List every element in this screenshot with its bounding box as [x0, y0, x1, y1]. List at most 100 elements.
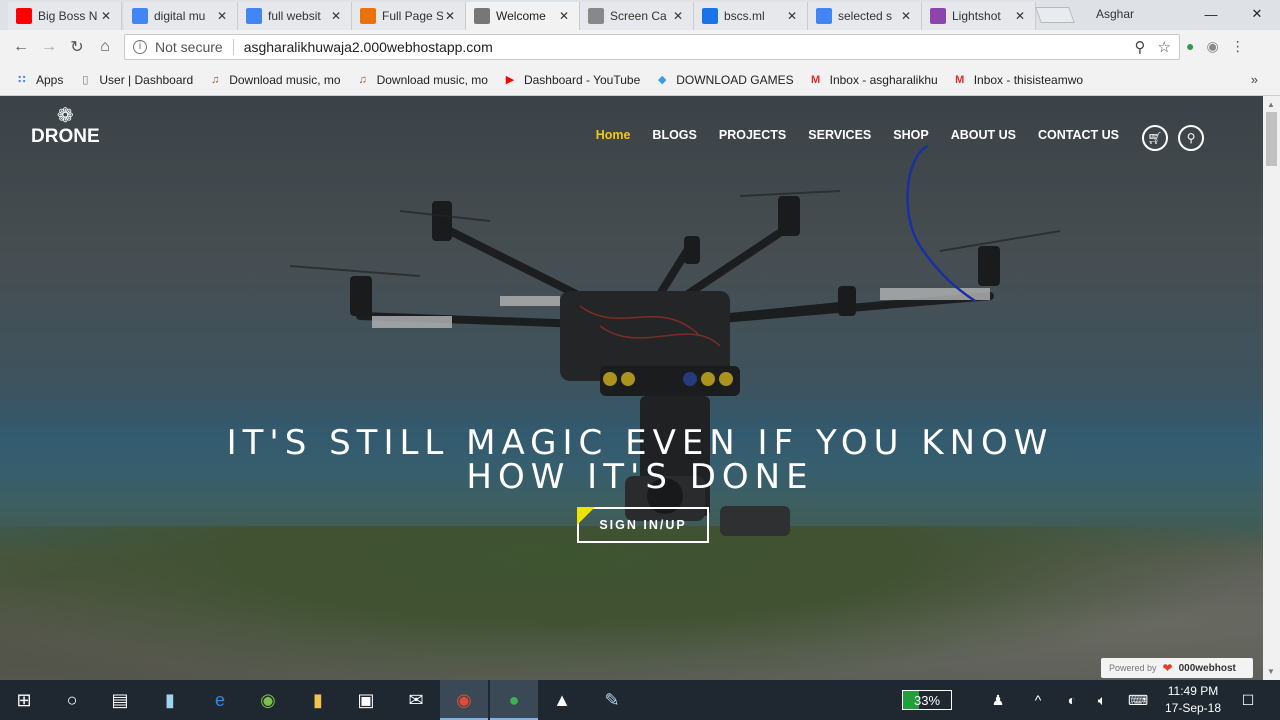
system-clock[interactable]: 11:49 PM 17-Sep-18 — [1160, 683, 1226, 717]
address-bar[interactable]: i Not secure asgharalikhuwaja2.000webhos… — [124, 34, 1180, 60]
close-tab-icon[interactable]: ✕ — [899, 9, 913, 23]
feather-icon — [930, 8, 946, 24]
file-explorer-icon[interactable]: ▮ — [294, 680, 342, 720]
page-scrollbar[interactable]: ▲ ▼ — [1263, 96, 1280, 680]
camera-icon — [588, 8, 604, 24]
site-logo[interactable]: ❁ DRONE — [31, 106, 100, 148]
info-icon[interactable]: i — [133, 40, 147, 54]
fn-icon — [702, 8, 718, 24]
nav-item-about-us[interactable]: ABOUT US — [951, 128, 1016, 142]
close-tab-icon[interactable]: ✕ — [99, 9, 113, 23]
action-center-icon[interactable]: ☐ — [1234, 680, 1262, 720]
music-icon: ♫ — [358, 73, 367, 86]
back-icon[interactable]: ← — [10, 36, 32, 58]
photos-app-icon[interactable]: ▲ — [538, 680, 586, 720]
close-tab-icon[interactable]: ✕ — [215, 9, 229, 23]
profile-name[interactable]: Asghar — [1096, 7, 1134, 21]
browser-tab[interactable]: bscs.ml ✕ — [694, 2, 808, 30]
scroll-thumb[interactable] — [1266, 112, 1277, 166]
scroll-up-icon[interactable]: ▲ — [1267, 100, 1275, 109]
bookmark-item[interactable]: ▶ Dashboard - YouTube — [502, 73, 641, 87]
scroll-down-icon[interactable]: ▼ — [1267, 667, 1275, 676]
task-view-icon[interactable]: ▤ — [96, 680, 144, 720]
bookmark-item[interactable]: ♫ Download music, mo — [207, 72, 341, 87]
browser-tab[interactable]: Welcome ✕ — [466, 2, 580, 30]
browser-tab[interactable]: full websit ✕ — [238, 2, 352, 30]
tab-title: Big Boss N — [38, 9, 98, 23]
nav-item-blogs[interactable]: BLOGS — [652, 128, 696, 142]
screenshot-camera-icon[interactable]: ◉ — [1206, 38, 1218, 55]
chrome-browser-icon[interactable]: ◉ — [440, 680, 488, 720]
url-text[interactable]: asgharalikhuwaja2.000webhostapp.com — [244, 39, 493, 55]
nav-item-home[interactable]: Home — [596, 128, 631, 142]
notepad-app-icon[interactable]: ▮ — [146, 680, 194, 720]
bookmark-item[interactable]: ♫ Download music, mo — [355, 73, 488, 87]
search-icon[interactable]: ⚲ — [1178, 125, 1204, 151]
tab-title: digital mu — [154, 9, 206, 23]
more-bookmarks-icon[interactable]: » — [1251, 72, 1258, 87]
browser-tab[interactable]: Lightshot ✕ — [922, 2, 1036, 30]
bookmark-item[interactable]: ▯ User | Dashboard — [77, 73, 193, 87]
rainbow-icon — [360, 8, 376, 24]
mail-icon[interactable]: ✉ — [392, 680, 440, 720]
bookmark-label: Download music, mo — [229, 72, 341, 87]
sign-in-label: SIGN IN/UP — [599, 518, 687, 532]
bookmark-item[interactable]: M Inbox - asgharalikhu — [808, 73, 938, 87]
browser-tab[interactable]: digital mu ✕ — [124, 2, 238, 30]
tab-title: full websit — [268, 9, 321, 23]
keyboard-icon[interactable]: ⌨ — [1124, 680, 1152, 720]
close-tab-icon[interactable]: ✕ — [557, 9, 571, 23]
extension-globe-icon[interactable]: ● — [1186, 38, 1194, 55]
home-icon[interactable]: ⌂ — [94, 36, 116, 58]
nav-item-projects[interactable]: PROJECTS — [719, 128, 786, 142]
paint-app-icon[interactable]: ✎ — [588, 680, 636, 720]
close-tab-icon[interactable]: ✕ — [329, 9, 343, 23]
security-label[interactable]: Not secure — [155, 39, 223, 55]
browser-tab[interactable]: Screen Ca ✕ — [580, 2, 694, 30]
browser-tab[interactable]: Big Boss N ✕ — [8, 2, 122, 30]
nav-item-shop[interactable]: SHOP — [893, 128, 928, 142]
close-window-icon[interactable]: ✕ — [1234, 0, 1280, 28]
bookmark-label: Inbox - thisisteamwo — [973, 72, 1084, 87]
forward-icon[interactable]: → — [38, 36, 60, 58]
bookmark-item[interactable]: ◆ DOWNLOAD GAMES — [654, 73, 794, 87]
menu-icon[interactable]: ⋮ — [1231, 38, 1245, 55]
bookmark-star-icon[interactable]: ☆ — [1158, 38, 1171, 56]
download-manager-icon[interactable]: ● — [490, 680, 538, 720]
chameleon-app-icon[interactable]: ◉ — [244, 680, 292, 720]
battery-percent: 33% — [913, 692, 941, 708]
wifi-icon[interactable]: ◐ — [1060, 680, 1084, 720]
close-tab-icon[interactable]: ✕ — [443, 9, 457, 23]
drone-logo-icon: ❁ — [56, 105, 74, 127]
divider — [232, 39, 234, 55]
close-tab-icon[interactable]: ✕ — [785, 9, 799, 23]
google-icon — [132, 8, 148, 24]
sign-in-button[interactable]: SIGN IN/UP — [577, 507, 709, 543]
close-tab-icon[interactable]: ✕ — [1013, 9, 1027, 23]
show-hidden-icons-icon[interactable]: ^ — [1026, 680, 1050, 720]
dark-overlay — [0, 96, 1263, 680]
bookmark-item[interactable]: ∷ Apps — [14, 73, 63, 87]
reload-icon[interactable]: ↻ — [66, 36, 88, 58]
people-icon[interactable]: ♟ — [986, 680, 1010, 720]
volume-icon[interactable]: 🔈︎ — [1090, 680, 1114, 720]
powered-by-badge[interactable]: Powered by ❤ 000webhost — [1101, 658, 1253, 678]
edge-browser-icon[interactable]: e — [196, 680, 244, 720]
battery-indicator[interactable]: 33% — [902, 690, 952, 710]
tab-title: selected s — [838, 9, 893, 23]
close-tab-icon[interactable]: ✕ — [671, 9, 685, 23]
cortana-icon[interactable]: ○ — [48, 680, 96, 720]
bookmark-label: Download music, mo — [376, 72, 488, 87]
new-tab-button[interactable] — [1035, 7, 1075, 23]
bookmark-item[interactable]: M Inbox - thisisteamwo — [952, 73, 1083, 87]
windows-start-icon[interactable]: ⊞ — [0, 680, 48, 720]
browser-tab[interactable]: Full Page S ✕ — [352, 2, 466, 30]
nav-item-contact-us[interactable]: CONTACT US — [1038, 128, 1119, 142]
cart-icon[interactable]: 🛒︎ — [1142, 125, 1168, 151]
hero-heading: IT'S STILL MAGIC EVEN IF YOU KNOW HOW IT… — [0, 426, 1263, 494]
search-icon[interactable]: ⚲ — [1135, 38, 1146, 56]
music-icon: ♫ — [211, 73, 220, 86]
nav-item-services[interactable]: SERVICES — [808, 128, 871, 142]
store-icon[interactable]: ▣ — [342, 680, 390, 720]
browser-tab[interactable]: selected s ✕ — [808, 2, 922, 30]
